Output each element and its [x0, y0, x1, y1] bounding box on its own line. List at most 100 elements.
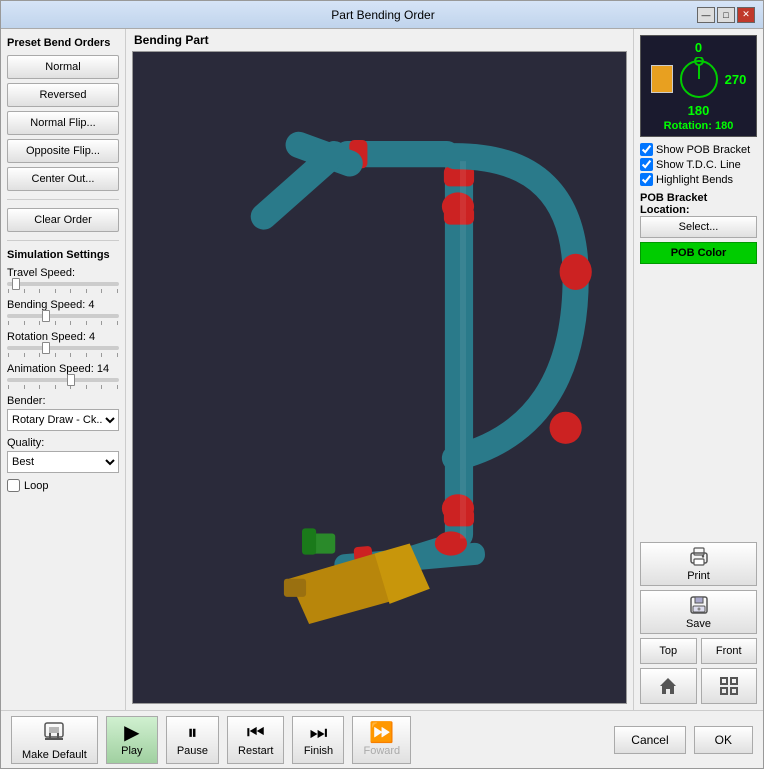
travel-speed-thumb[interactable] [12, 278, 20, 290]
make-default-button[interactable]: Make Default [11, 716, 98, 764]
rotation-speed-ticks [7, 353, 119, 357]
bending-speed-track [7, 314, 119, 318]
tick [24, 321, 25, 325]
tick [86, 385, 87, 389]
opposite-flip-button[interactable]: Opposite Flip... [7, 139, 119, 163]
maximize-button[interactable]: □ [717, 7, 735, 23]
normal-flip-button[interactable]: Normal Flip... [7, 111, 119, 135]
show-tdc-checkbox[interactable] [640, 158, 653, 171]
print-icon [688, 546, 710, 568]
rotation-speed-thumb[interactable] [42, 342, 50, 354]
make-default-label: Make Default [22, 749, 87, 761]
travel-speed-row: Travel Speed: [7, 267, 119, 293]
tick [39, 321, 40, 325]
front-view-button[interactable]: Front [701, 638, 758, 664]
finish-icon: ⏭ [309, 723, 327, 743]
loop-checkbox[interactable] [7, 479, 20, 492]
save-button[interactable]: Save [640, 590, 757, 634]
save-icon [688, 594, 710, 616]
tick [101, 385, 102, 389]
rotation-value: Rotation: 180 [664, 120, 734, 132]
main-content: Preset Bend Orders Normal Reversed Norma… [1, 29, 763, 710]
tick [24, 353, 25, 357]
normal-button[interactable]: Normal [7, 55, 119, 79]
center-out-button[interactable]: Center Out... [7, 167, 119, 191]
bender-row: Bender: Rotary Draw - Ck... [7, 395, 119, 431]
rotation-rect [651, 65, 673, 93]
rotation-bottom: 180 [688, 103, 710, 118]
quality-row: Quality: Best Good Fast [7, 437, 119, 473]
title-bar: Part Bending Order — □ ✕ [1, 1, 763, 29]
viewport[interactable] [132, 51, 627, 704]
tick [55, 385, 56, 389]
main-window: Part Bending Order — □ ✕ Preset Bend Ord… [0, 0, 764, 769]
forward-button[interactable]: ⏩ Foward [352, 716, 411, 764]
tick [39, 353, 40, 357]
bending-speed-row: Bending Speed: 4 [7, 299, 119, 325]
pause-button[interactable]: ⏸ Pause [166, 716, 219, 764]
loop-row: Loop [7, 479, 119, 492]
bending-speed-label: Bending Speed: 4 [7, 299, 119, 311]
play-button[interactable]: ▶ Play [106, 716, 158, 764]
bending-speed-ticks [7, 321, 119, 325]
highlight-bends-label: Highlight Bends [656, 174, 733, 186]
animation-speed-label: Animation Speed: 14 [7, 363, 119, 375]
play-label: Play [121, 745, 142, 757]
home-icon [658, 676, 678, 696]
travel-speed-label: Travel Speed: [7, 267, 119, 279]
show-pob-checkbox[interactable] [640, 143, 653, 156]
tick [70, 353, 71, 357]
tick [117, 385, 118, 389]
top-view-button[interactable]: Top [640, 638, 697, 664]
divider-2 [7, 240, 119, 241]
right-actions: Print Save Top Front [640, 542, 757, 704]
show-pob-row: Show POB Bracket [640, 143, 757, 156]
bottom-toolbar: Make Default ▶ Play ⏸ Pause ⏮ Restart ⏭ … [1, 710, 763, 768]
highlight-bends-row: Highlight Bends [640, 173, 757, 186]
pob-color-button[interactable]: POB Color [640, 242, 757, 264]
tick [101, 289, 102, 293]
bender-select[interactable]: Rotary Draw - Ck... [7, 409, 119, 431]
ok-button[interactable]: OK [694, 726, 753, 754]
simulation-label: Simulation Settings [7, 249, 119, 261]
quality-select[interactable]: Best Good Fast [7, 451, 119, 473]
view-icon-buttons [640, 668, 757, 704]
travel-speed-ticks [7, 289, 119, 293]
left-panel: Preset Bend Orders Normal Reversed Norma… [1, 29, 126, 710]
bending-part-label: Bending Part [126, 29, 633, 51]
close-button[interactable]: ✕ [737, 7, 755, 23]
pob-location-label: POB Bracket Location: [640, 192, 757, 216]
pause-icon: ⏸ [187, 723, 197, 743]
home-view-button[interactable] [640, 668, 697, 704]
travel-speed-track [7, 282, 119, 286]
tick [101, 353, 102, 357]
fit-view-button[interactable] [701, 668, 758, 704]
highlight-bends-checkbox[interactable] [640, 173, 653, 186]
preset-label: Preset Bend Orders [7, 37, 119, 49]
fit-icon [719, 676, 739, 696]
clear-order-button[interactable]: Clear Order [7, 208, 119, 232]
cancel-button[interactable]: Cancel [614, 726, 685, 754]
minimize-button[interactable]: — [697, 7, 715, 23]
bender-label: Bender: [7, 395, 119, 407]
reversed-button[interactable]: Reversed [7, 83, 119, 107]
rotation-middle: 270 [645, 57, 752, 101]
rotation-speed-track [7, 346, 119, 350]
rotation-right: 270 [725, 72, 747, 87]
quality-label: Quality: [7, 437, 119, 449]
bending-speed-thumb[interactable] [42, 310, 50, 322]
select-button[interactable]: Select... [640, 216, 757, 238]
finish-button[interactable]: ⏭ Finish [292, 716, 344, 764]
tick [70, 321, 71, 325]
tick [117, 353, 118, 357]
print-button[interactable]: Print [640, 542, 757, 586]
restart-button[interactable]: ⏮ Restart [227, 716, 284, 764]
print-label: Print [687, 570, 710, 582]
tick [24, 385, 25, 389]
animation-speed-thumb[interactable] [67, 374, 75, 386]
tick [39, 385, 40, 389]
tick [55, 353, 56, 357]
restart-label: Restart [238, 745, 273, 757]
tick [86, 321, 87, 325]
forward-label: Foward [363, 745, 400, 757]
